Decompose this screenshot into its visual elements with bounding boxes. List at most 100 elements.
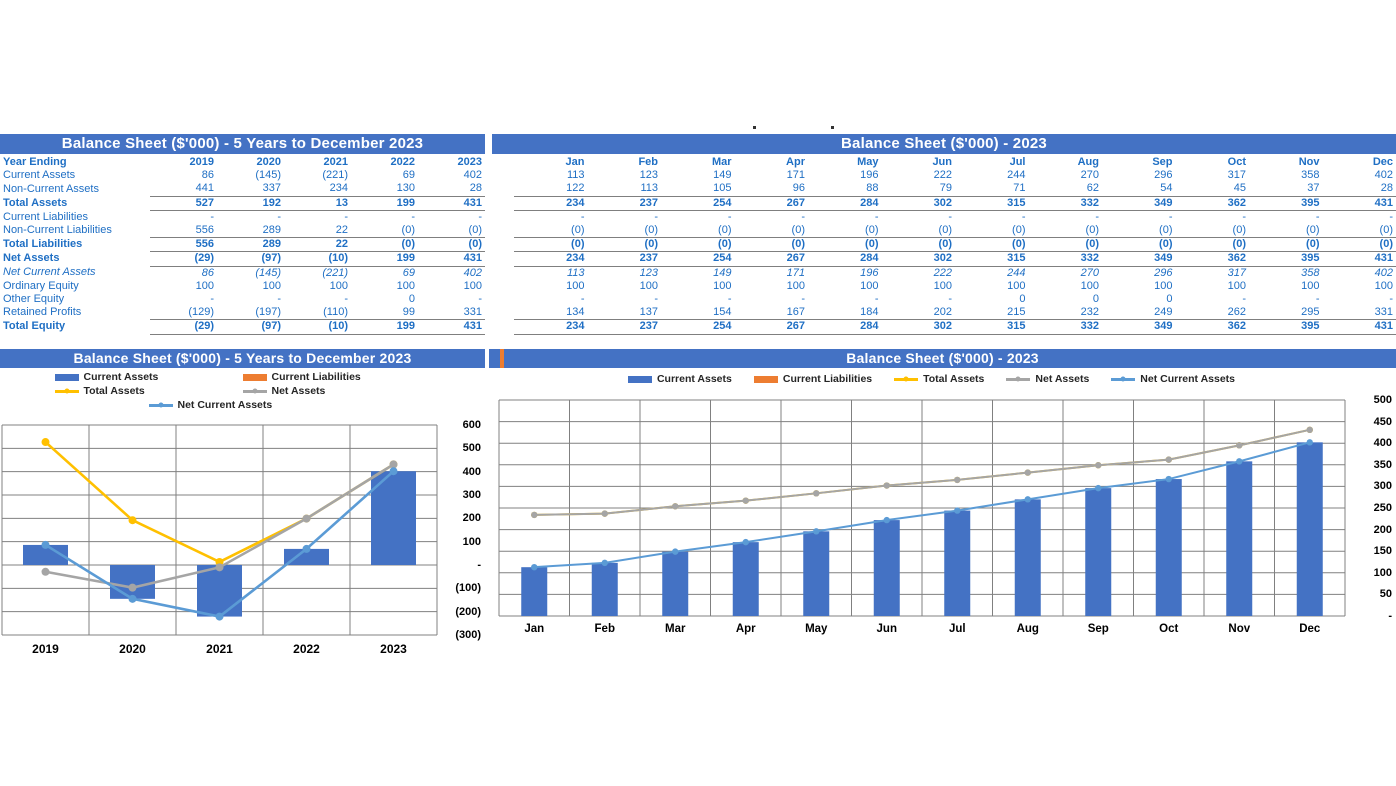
legend-swatch-bar bbox=[54, 373, 79, 381]
legend-label: Current Liabilities bbox=[271, 371, 361, 383]
row-label bbox=[492, 280, 514, 293]
table-cell: - bbox=[344, 210, 348, 223]
table-cell: 527 bbox=[150, 195, 217, 211]
table-cell: 349 bbox=[1102, 195, 1176, 211]
artifact-dot-left bbox=[753, 126, 756, 129]
table-cell: 358 bbox=[1301, 266, 1320, 279]
legend-label: Net Assets bbox=[1035, 373, 1090, 385]
table-cell: 249 bbox=[1154, 306, 1173, 319]
table-cell: (0) bbox=[938, 224, 952, 237]
table-cell: 431 bbox=[418, 251, 485, 267]
table-cell: 262 bbox=[1227, 306, 1246, 319]
column-header-year-ending: Year Ending bbox=[3, 156, 67, 168]
legend-item-net-current-assets[interactable]: Net Current Assets bbox=[148, 399, 319, 411]
table-cell: (0) bbox=[351, 237, 418, 253]
table-row: Total Liabilities 556 289 22 (0) (0) bbox=[0, 237, 485, 253]
table-cell: 337 bbox=[262, 182, 281, 195]
row-label: Retained Profits bbox=[3, 306, 82, 319]
table-cell: 69 bbox=[402, 266, 415, 279]
legend-item-total-assets[interactable]: Total Assets bbox=[894, 373, 984, 385]
legend-item-current-assets[interactable]: Current Assets bbox=[627, 373, 732, 385]
row-label: Non-Current Liabilities bbox=[3, 224, 112, 237]
table-cell: (129) bbox=[188, 306, 214, 319]
legend-swatch-line bbox=[148, 402, 173, 408]
legend-item-total-assets[interactable]: Total Assets bbox=[54, 385, 225, 397]
legend-item-current-assets[interactable]: Current Assets bbox=[54, 371, 225, 383]
table-cell: 100 bbox=[639, 279, 658, 292]
table-cell: 196 bbox=[860, 266, 879, 279]
table-cell: (0) bbox=[1175, 237, 1249, 253]
right-chart-legend: Current Assets Current Liabilities Total A… bbox=[489, 368, 1396, 388]
column-header: Jun bbox=[932, 156, 952, 168]
legend-swatch-line bbox=[242, 388, 267, 394]
x-axis-tick-label: Aug bbox=[1016, 623, 1039, 635]
table-cell: (0) bbox=[808, 237, 882, 253]
table-cell: (0) bbox=[587, 237, 661, 253]
x-axis-tick-label: Jul bbox=[948, 623, 966, 635]
table-cell: (0) bbox=[571, 224, 585, 237]
table-cell: 302 bbox=[881, 251, 955, 267]
table-cell: 267 bbox=[734, 195, 808, 211]
legend-item-net-assets[interactable]: Net Assets bbox=[242, 385, 413, 397]
table-cell: 0 bbox=[1019, 293, 1026, 306]
table-cell: (97) bbox=[217, 251, 284, 267]
table-row: 234 237 254 267 284 302 315 332 349 362 395 431 bbox=[492, 251, 1396, 267]
row-label: Net Assets bbox=[3, 252, 60, 265]
table-cell: 0 bbox=[1092, 293, 1099, 306]
x-axis-tick-label: 2019 bbox=[32, 642, 59, 656]
table-cell: 100 bbox=[1227, 279, 1246, 292]
table-cell: 402 bbox=[463, 266, 482, 279]
right-chart-x-axis-labels: Jan Feb Mar Apr May Jun Jul Aug Sep Oct Nov Dec bbox=[489, 388, 1396, 635]
legend-label: Current Liabilities bbox=[782, 373, 873, 385]
table-cell: 123 bbox=[639, 266, 658, 279]
table-cell: - bbox=[801, 210, 805, 223]
table-cell: (0) bbox=[644, 224, 658, 237]
table-cell: 237 bbox=[587, 195, 661, 211]
table-cell: - bbox=[801, 293, 805, 306]
table-cell: 100 bbox=[713, 279, 732, 292]
table-cell: 358 bbox=[1301, 169, 1320, 182]
legend-item-current-liabilities[interactable]: Current Liabilities bbox=[753, 373, 873, 385]
table-row: 234 237 254 267 284 302 315 332 349 362 395 431 bbox=[492, 195, 1396, 211]
table-cell: (0) bbox=[791, 224, 805, 237]
table-cell: 395 bbox=[1249, 319, 1323, 335]
table-cell: 315 bbox=[955, 319, 1029, 335]
table-cell: 196 bbox=[860, 169, 879, 182]
table-row: - - - - - - 0 0 0 - - - bbox=[492, 293, 1396, 306]
table-cell: - bbox=[948, 293, 952, 306]
table-cell: 362 bbox=[1175, 251, 1249, 267]
table-cell: (221) bbox=[322, 169, 348, 182]
table-cell: 99 bbox=[402, 306, 415, 319]
left-balance-sheet-table: Year Ending 2019 2020 2021 2022 2023 Cur… bbox=[0, 156, 485, 335]
x-axis-tick-label: 2023 bbox=[380, 642, 407, 656]
table-cell: 331 bbox=[1374, 306, 1393, 319]
row-label bbox=[492, 169, 514, 182]
table-cell: 199 bbox=[351, 195, 418, 211]
column-header: Jul bbox=[1009, 156, 1026, 168]
table-cell: 362 bbox=[1175, 319, 1249, 335]
table-cell: 100 bbox=[1007, 279, 1026, 292]
legend-item-net-assets[interactable]: Net Assets bbox=[1006, 373, 1089, 385]
column-header: Oct bbox=[1227, 156, 1246, 168]
table-cell: (0) bbox=[865, 224, 879, 237]
column-header: May bbox=[857, 156, 879, 168]
table-cell: (0) bbox=[1085, 224, 1099, 237]
legend-item-net-current-assets[interactable]: Net Current Assets bbox=[1111, 373, 1235, 385]
table-row: ------------ bbox=[492, 210, 1396, 224]
table-row: 234 237 254 267 284 302 315 332 349 362 395 431 bbox=[492, 319, 1396, 335]
legend-swatch-bar bbox=[242, 373, 267, 381]
table-row: (0) (0) (0) (0) (0) (0) (0) (0) (0) (0) (0) (0) bbox=[492, 224, 1396, 238]
row-label bbox=[492, 266, 514, 280]
table-cell: 86 bbox=[201, 169, 214, 182]
table-cell: (0) bbox=[1028, 237, 1102, 253]
column-header: Apr bbox=[786, 156, 805, 168]
table-cell: 167 bbox=[786, 306, 805, 319]
table-cell: - bbox=[874, 210, 879, 223]
legend-item-current-liabilities[interactable]: Current Liabilities bbox=[242, 371, 413, 383]
table-cell: 45 bbox=[1233, 182, 1246, 195]
legend-label: Current Assets bbox=[656, 373, 732, 385]
table-cell: - bbox=[1242, 210, 1246, 223]
left-chart-panel: Balance Sheet ($'000) - 5 Years to Decem… bbox=[0, 349, 485, 656]
table-cell: - bbox=[478, 210, 482, 223]
legend-label: Total Assets bbox=[923, 373, 985, 385]
